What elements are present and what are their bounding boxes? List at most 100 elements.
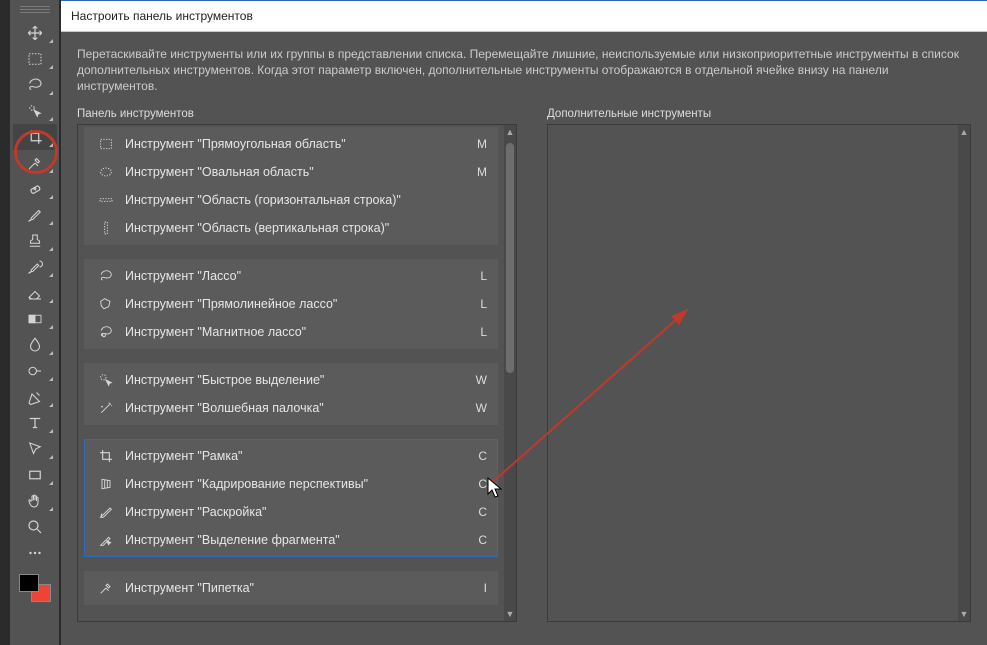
dialog-title: Настроить панель инструментов xyxy=(71,9,253,23)
window-edge xyxy=(0,0,10,645)
tool-shortcut: L xyxy=(469,269,487,283)
healing-tool-icon[interactable] xyxy=(13,176,57,202)
crop-tool-icon[interactable] xyxy=(13,124,57,150)
vertical-toolbar xyxy=(10,0,60,645)
tool-row[interactable]: Инструмент "Прямолинейное лассо"L xyxy=(85,290,497,318)
tool-row[interactable]: Инструмент "Область (горизонтальная стро… xyxy=(85,186,497,214)
tool-row[interactable]: Инструмент "Выделение фрагмента"C xyxy=(85,526,497,554)
rect-marquee-icon xyxy=(95,135,117,153)
scroll-down-icon[interactable]: ▼ xyxy=(504,607,516,621)
tool-row[interactable]: Инструмент "Прямоугольная область"M xyxy=(85,130,497,158)
foreground-color-swatch[interactable] xyxy=(19,574,39,592)
toolbar-grip[interactable] xyxy=(13,4,57,14)
tool-row[interactable]: Инструмент "Область (вертикальная строка… xyxy=(85,214,497,242)
magnetic-lasso-icon xyxy=(95,323,117,341)
magic-wand-icon xyxy=(95,399,117,417)
left-scrollbar[interactable]: ▲ ▼ xyxy=(504,125,516,621)
tool-group-marquee[interactable]: Инструмент "Прямоугольная область"MИнстр… xyxy=(84,127,498,245)
lasso-tool-icon[interactable] xyxy=(13,72,57,98)
gradient-tool-icon[interactable] xyxy=(13,306,57,332)
tool-label: Инструмент "Прямоугольная область" xyxy=(125,137,469,151)
tool-row[interactable]: Инструмент "Волшебная палочка"W xyxy=(85,394,497,422)
tool-label: Инструмент "Магнитное лассо" xyxy=(125,325,469,339)
dialog-titlebar[interactable]: Настроить панель инструментов xyxy=(61,0,987,32)
blur-tool-icon[interactable] xyxy=(13,332,57,358)
eraser-tool-icon[interactable] xyxy=(13,280,57,306)
type-tool-icon[interactable] xyxy=(13,410,57,436)
tool-shortcut: C xyxy=(469,505,487,519)
tool-shortcut: C xyxy=(469,533,487,547)
tool-shortcut: L xyxy=(469,297,487,311)
tool-group-eyedropper[interactable]: Инструмент "Пипетка"I xyxy=(84,571,498,605)
tool-row[interactable]: Инструмент "Пипетка"I xyxy=(85,574,497,602)
tool-shortcut: M xyxy=(469,165,487,179)
quick-select-tool-icon[interactable] xyxy=(13,98,57,124)
scroll-down-icon[interactable]: ▼ xyxy=(958,607,970,621)
slice-select-icon xyxy=(95,531,117,549)
tool-label: Инструмент "Прямолинейное лассо" xyxy=(125,297,469,311)
poly-lasso-icon xyxy=(95,295,117,313)
more-tools-icon[interactable] xyxy=(13,540,57,566)
dodge-tool-icon[interactable] xyxy=(13,358,57,384)
tool-label: Инструмент "Кадрирование перспективы" xyxy=(125,477,469,491)
rect-marquee-tool-icon[interactable] xyxy=(13,46,57,72)
tool-label: Инструмент "Лассо" xyxy=(125,269,469,283)
color-swatches[interactable] xyxy=(13,572,57,608)
eyedropper-icon xyxy=(95,579,117,597)
tool-shortcut: I xyxy=(469,581,487,595)
tool-shortcut: W xyxy=(469,401,487,415)
tool-label: Инструмент "Область (вертикальная строка… xyxy=(125,221,469,235)
lasso-icon xyxy=(95,267,117,285)
right-scrollbar[interactable]: ▲ ▼ xyxy=(958,125,970,621)
ellipse-marquee-icon xyxy=(95,163,117,181)
tool-label: Инструмент "Быстрое выделение" xyxy=(125,373,469,387)
pen-tool-icon[interactable] xyxy=(13,384,57,410)
tool-row[interactable]: Инструмент "Лассо"L xyxy=(85,262,497,290)
tool-shortcut: W xyxy=(469,373,487,387)
quick-select-icon xyxy=(95,371,117,389)
scroll-up-icon[interactable]: ▲ xyxy=(504,125,516,139)
extra-tools-list[interactable]: ▲ ▼ xyxy=(547,124,971,622)
tool-label: Инструмент "Выделение фрагмента" xyxy=(125,533,469,547)
eyedropper-tool-icon[interactable] xyxy=(13,150,57,176)
tool-row[interactable]: Инструмент "Раскройка"C xyxy=(85,498,497,526)
tool-row[interactable]: Инструмент "Кадрирование перспективы"C xyxy=(85,470,497,498)
tool-row[interactable]: Инструмент "Овальная область"M xyxy=(85,158,497,186)
perspective-crop-icon xyxy=(95,475,117,493)
tool-label: Инструмент "Рамка" xyxy=(125,449,469,463)
tool-label: Инструмент "Овальная область" xyxy=(125,165,469,179)
tool-label: Инструмент "Пипетка" xyxy=(125,581,469,595)
tool-row[interactable]: Инструмент "Быстрое выделение"W xyxy=(85,366,497,394)
tool-row[interactable]: Инструмент "Рамка"C xyxy=(85,442,497,470)
zoom-tool-icon[interactable] xyxy=(13,514,57,540)
customize-toolbar-dialog: Настроить панель инструментов Перетаскив… xyxy=(60,0,987,645)
crop-icon xyxy=(95,447,117,465)
path-select-tool-icon[interactable] xyxy=(13,436,57,462)
tool-label: Инструмент "Область (горизонтальная стро… xyxy=(125,193,469,207)
tool-group-select[interactable]: Инструмент "Быстрое выделение"WИнструмен… xyxy=(84,363,498,425)
col-marquee-icon xyxy=(95,219,117,237)
rectangle-tool-icon[interactable] xyxy=(13,462,57,488)
tool-shortcut: C xyxy=(469,449,487,463)
row-marquee-icon xyxy=(95,191,117,209)
history-brush-tool-icon[interactable] xyxy=(13,254,57,280)
scroll-thumb[interactable] xyxy=(506,143,514,373)
slice-icon xyxy=(95,503,117,521)
tool-group-crop[interactable]: Инструмент "Рамка"CИнструмент "Кадрирова… xyxy=(84,439,498,557)
brush-tool-icon[interactable] xyxy=(13,202,57,228)
right-column-header: Дополнительные инструменты xyxy=(547,108,971,120)
tool-row[interactable]: Инструмент "Магнитное лассо"L xyxy=(85,318,497,346)
stamp-tool-icon[interactable] xyxy=(13,228,57,254)
tool-label: Инструмент "Волшебная палочка" xyxy=(125,401,469,415)
tool-shortcut: C xyxy=(469,477,487,491)
hand-tool-icon[interactable] xyxy=(13,488,57,514)
left-column-header: Панель инструментов xyxy=(77,108,517,120)
tool-shortcut: L xyxy=(469,325,487,339)
tool-label: Инструмент "Раскройка" xyxy=(125,505,469,519)
tool-shortcut: M xyxy=(469,137,487,151)
move-tool-icon[interactable] xyxy=(13,20,57,46)
toolbar-list: Инструмент "Прямоугольная область"MИнстр… xyxy=(77,124,517,622)
scroll-up-icon[interactable]: ▲ xyxy=(958,125,970,139)
tool-group-lasso[interactable]: Инструмент "Лассо"LИнструмент "Прямолине… xyxy=(84,259,498,349)
dialog-description: Перетаскивайте инструменты или их группы… xyxy=(77,46,971,94)
